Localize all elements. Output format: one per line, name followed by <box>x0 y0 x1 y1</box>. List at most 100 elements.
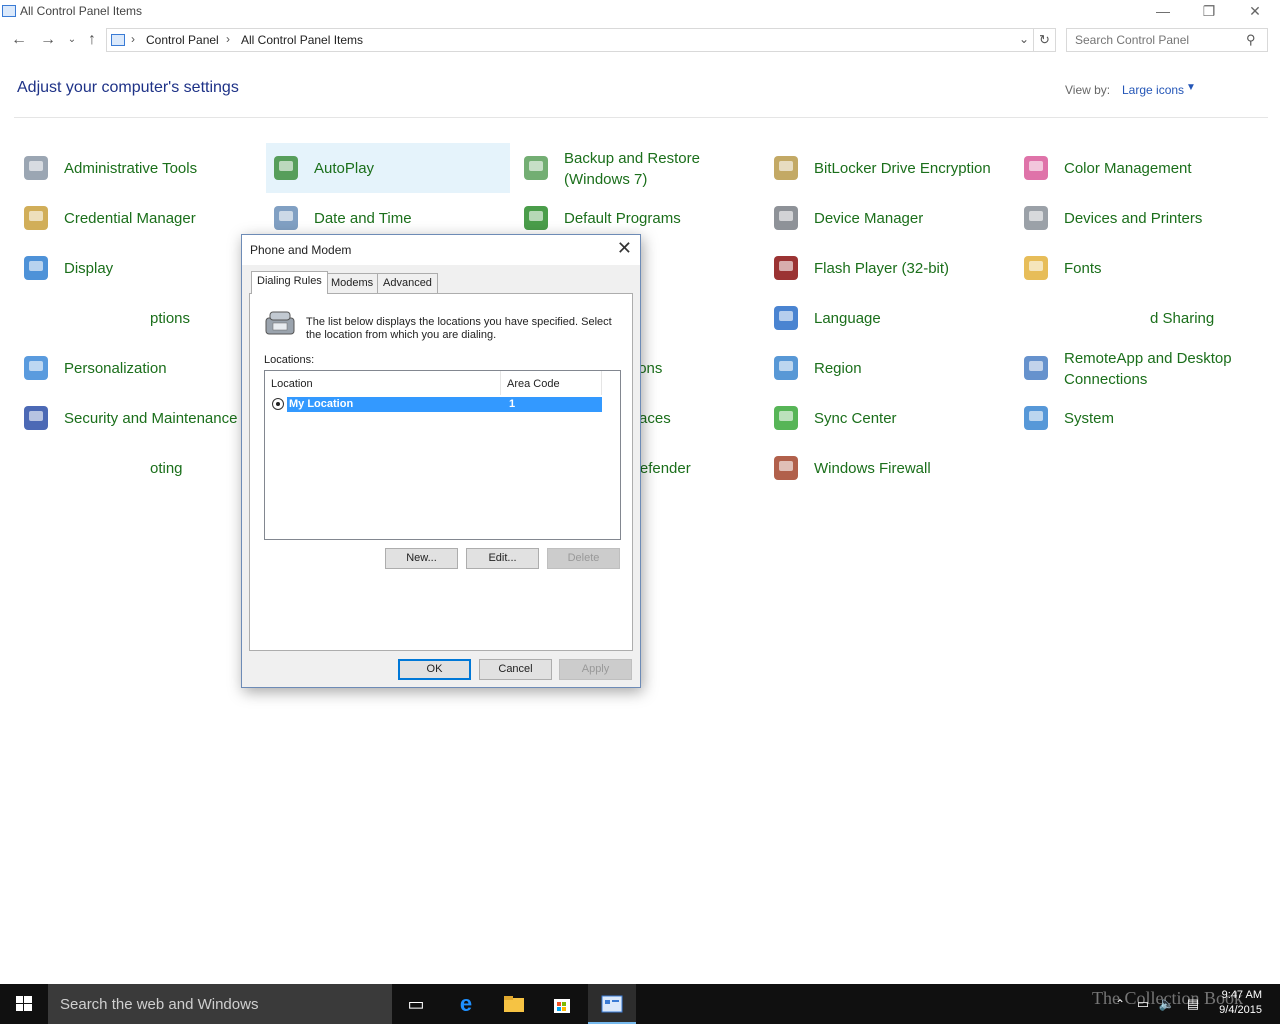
locations-list[interactable]: Location Area Code My Location 1 <box>264 370 621 540</box>
delete-button[interactable]: Delete <box>547 548 620 569</box>
control-panel-item[interactable]: Backup and Restore (Windows 7) <box>516 143 760 193</box>
action-center-icon[interactable]: ▤ <box>1182 984 1204 1024</box>
control-panel-item[interactable]: Language <box>766 293 1010 343</box>
item-label: Default Programs <box>564 210 681 227</box>
security-flag-icon <box>20 402 52 434</box>
address-bar[interactable]: › Control Panel › All Control Panel Item… <box>106 28 1034 52</box>
cancel-button[interactable]: Cancel <box>479 659 552 680</box>
item-label: Device Manager <box>814 210 924 227</box>
control-panel-item[interactable]: Flash Player (32-bit) <box>766 243 1010 293</box>
tray-chevron-icon[interactable]: ⌃ <box>1110 984 1130 1024</box>
dialog-description: The list below displays the locations yo… <box>306 316 612 341</box>
control-panel-item[interactable]: Credential Manager <box>16 193 260 243</box>
item-label: Credential Manager <box>64 210 196 227</box>
control-panel-item[interactable]: Region <box>766 343 1010 393</box>
table-row[interactable]: My Location 1 <box>287 397 602 412</box>
edit-button[interactable]: Edit... <box>466 548 539 569</box>
breadcrumb-chevron-icon[interactable]: › <box>131 32 135 46</box>
file-explorer-icon[interactable] <box>490 984 538 1024</box>
breadcrumb-control-panel[interactable]: Control Panel <box>146 33 219 47</box>
task-view-icon[interactable]: ▭ <box>392 984 440 1024</box>
item-label: RemoteApp and Desktop <box>1064 350 1232 367</box>
control-panel-item[interactable]: Security and Maintenance <box>16 393 260 443</box>
control-panel-item[interactable]: d Sharing <box>1016 293 1260 343</box>
new-button[interactable]: New... <box>385 548 458 569</box>
back-arrow-icon[interactable]: ← <box>9 30 29 50</box>
system-icon <box>1020 402 1052 434</box>
refresh-icon[interactable]: ↻ <box>1034 28 1056 52</box>
control-panel-item[interactable]: Administrative Tools <box>16 143 260 193</box>
item-label: Personalization <box>64 360 167 377</box>
search-input[interactable] <box>1066 28 1268 52</box>
edge-browser-icon[interactable]: e <box>442 984 490 1024</box>
control-panel-item[interactable]: BitLocker Drive Encryption <box>766 143 1010 193</box>
item-label: Administrative Tools <box>64 160 198 177</box>
dialing-rules-panel: The list below displays the locations yo… <box>249 293 633 651</box>
bitlocker-icon <box>770 152 802 184</box>
windows-start-icon[interactable] <box>0 984 48 1024</box>
region-icon <box>770 352 802 384</box>
item-label: BitLocker Drive Encryption <box>814 160 991 177</box>
phone-and-modem-dialog: Phone and Modem ✕ Dialing Rules Modems A… <box>241 234 641 688</box>
item-label: Display <box>64 260 114 277</box>
control-panel-item[interactable]: System <box>1016 393 1260 443</box>
control-panel-item[interactable]: Display <box>16 243 260 293</box>
search-icon[interactable]: ⚲ <box>1246 32 1256 48</box>
control-panel-item[interactable]: AutoPlay <box>266 143 510 193</box>
minimize-button[interactable]: — <box>1140 0 1186 24</box>
volume-icon[interactable]: 🔈 <box>1156 984 1178 1024</box>
restore-button[interactable]: ❐ <box>1186 0 1232 24</box>
divider <box>14 117 1268 118</box>
control-panel-item[interactable]: RemoteApp and Desktop Connections <box>1016 343 1260 393</box>
sync-icon <box>770 402 802 434</box>
control-panel-item[interactable]: Devices and Printers <box>1016 193 1260 243</box>
page-title: Adjust your computer's settings <box>17 79 239 96</box>
recent-locations-chevron-icon[interactable]: ⌄ <box>62 30 82 50</box>
item-label: Backup and Restore <box>564 150 700 167</box>
control-panel-item[interactable]: Sync Center <box>766 393 1010 443</box>
control-panel-taskbar-icon[interactable] <box>588 984 636 1024</box>
control-panel-item[interactable]: Device Manager <box>766 193 1010 243</box>
up-arrow-icon[interactable]: ↑ <box>82 30 102 50</box>
dropdown-arrow-icon[interactable]: ▼ <box>1186 82 1196 93</box>
color-management-icon <box>1020 152 1052 184</box>
column-header-area-code[interactable]: Area Code <box>501 371 602 395</box>
control-panel-small-icon <box>111 34 125 46</box>
tab-advanced[interactable]: Advanced <box>377 273 438 293</box>
clock-icon <box>270 202 302 234</box>
language-icon <box>770 302 802 334</box>
breadcrumb-chevron-icon[interactable]: › <box>226 32 230 46</box>
dialog-title-bar: Phone and Modem ✕ <box>242 235 640 265</box>
apply-button[interactable]: Apply <box>559 659 632 680</box>
telephone-icon <box>265 311 295 335</box>
clock[interactable]: 9:47 AM 9/4/2015 <box>1214 988 1262 1018</box>
address-dropdown-icon[interactable]: ⌄ <box>1019 32 1029 46</box>
control-panel-item[interactable]: ptions <box>16 293 260 343</box>
window-title: All Control Panel Items <box>20 4 143 18</box>
network-icon[interactable]: ▭ <box>1132 984 1154 1024</box>
close-button[interactable]: ✕ <box>1232 0 1278 24</box>
tab-dialing-rules[interactable]: Dialing Rules <box>251 271 328 294</box>
item-label: Fonts <box>1064 260 1102 277</box>
default-location-radio-icon <box>272 398 284 410</box>
tab-modems[interactable]: Modems <box>325 273 380 293</box>
device-manager-icon <box>770 202 802 234</box>
firewall-icon <box>770 452 802 484</box>
forward-arrow-icon[interactable]: → <box>38 30 58 50</box>
taskbar-search-box[interactable]: Search the web and Windows <box>48 984 392 1024</box>
control-panel-item[interactable]: Personalization <box>16 343 260 393</box>
ok-button[interactable]: OK <box>398 659 471 680</box>
dialog-title: Phone and Modem <box>250 243 352 257</box>
control-panel-item[interactable]: oting <box>16 443 260 493</box>
fonts-icon <box>1020 252 1052 284</box>
view-by-dropdown[interactable]: Large icons <box>1122 83 1184 97</box>
dialog-close-icon[interactable]: ✕ <box>617 238 632 259</box>
store-icon[interactable] <box>538 984 586 1024</box>
item-label: Devices and Printers <box>1064 210 1203 227</box>
control-panel-item[interactable]: Fonts <box>1016 243 1260 293</box>
breadcrumb-all-items[interactable]: All Control Panel Items <box>241 33 363 47</box>
control-panel-item[interactable]: Color Management <box>1016 143 1260 193</box>
column-header-location[interactable]: Location <box>265 371 501 395</box>
item-label: Connections <box>1064 371 1148 388</box>
control-panel-item[interactable]: Windows Firewall <box>766 443 1010 493</box>
